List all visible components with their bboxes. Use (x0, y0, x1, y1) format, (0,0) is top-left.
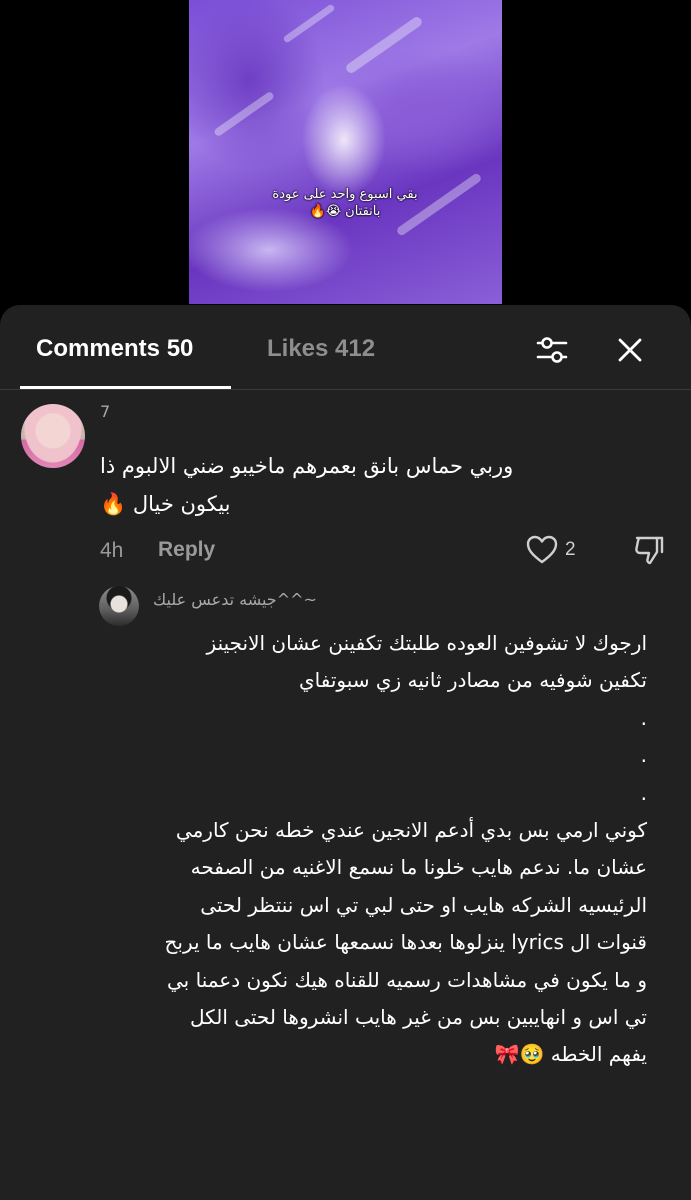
thumbs-down-icon (635, 536, 664, 565)
comments-sheet: Comments 50 Likes 412 7 وربي حماس بانق ب… (0, 305, 691, 1200)
video-caption-line-2: بانقتان 😭🔥 (309, 204, 381, 219)
dislike-button[interactable] (632, 533, 666, 567)
heart-icon (526, 535, 558, 564)
reply-username[interactable]: جيشه تدعس عليك^^~ (153, 590, 381, 609)
video-preview[interactable]: بقي اسبوع واحد على عودة بانقتان 😭🔥 (189, 0, 502, 304)
comment-text: وربي حماس بانق بعمرهم ماخيبو ضني الالبوم… (100, 454, 514, 516)
reply-avatar[interactable] (99, 586, 139, 626)
comment-item: 7 وربي حماس بانق بعمرهم ماخيبو ضني الالب… (0, 305, 691, 1200)
video-caption: بقي اسبوع واحد على عودة بانقتان 😭🔥 (245, 186, 445, 220)
comment-username[interactable]: 7 (100, 402, 110, 421)
reply-text: ارجوك لا تشوفين العوده طلبتك تكفينن عشان… (164, 631, 648, 1067)
comment-timestamp: 4h (100, 539, 124, 562)
like-count: 2 (565, 539, 576, 560)
like-button[interactable] (525, 533, 559, 567)
video-caption-line-1: بقي اسبوع واحد على عودة (272, 187, 418, 202)
reply-button[interactable]: Reply (158, 538, 215, 562)
avatar[interactable] (21, 404, 85, 468)
